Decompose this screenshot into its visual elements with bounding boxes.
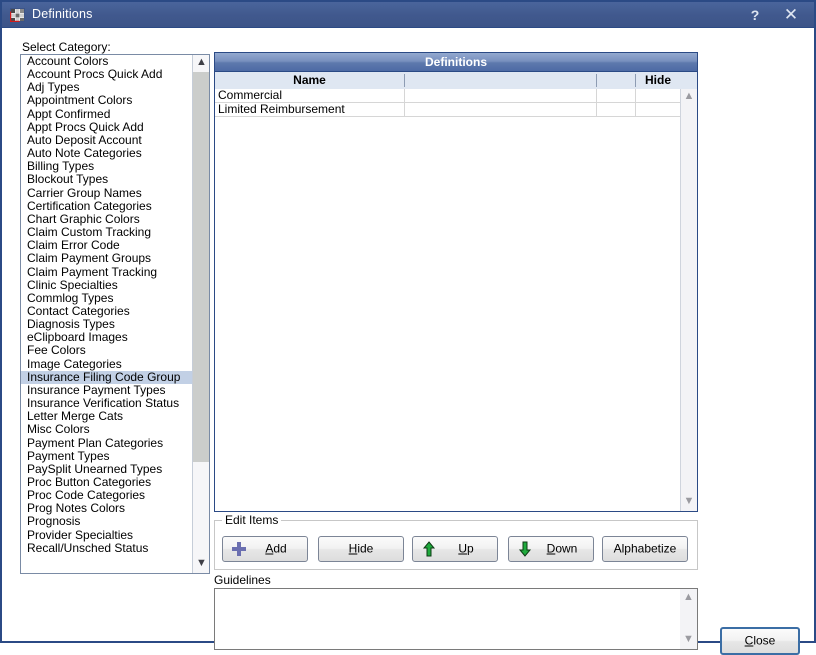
chevron-up-icon[interactable]: ▲ — [193, 55, 209, 72]
grid-title: Definitions — [215, 53, 697, 72]
guidelines-label: Guidelines — [214, 573, 271, 587]
category-list-item[interactable]: Certification Categories — [21, 199, 192, 213]
category-list-item[interactable]: Commlog Types — [21, 291, 192, 305]
column-divider — [635, 74, 636, 87]
grid-scrollbar[interactable]: ▲ ▼ — [680, 89, 697, 511]
category-list-item[interactable]: Image Categories — [21, 357, 192, 371]
category-list-item[interactable]: Claim Payment Tracking — [21, 265, 192, 279]
scrollbar-thumb[interactable] — [193, 72, 209, 462]
category-list-item[interactable]: Claim Payment Groups — [21, 252, 192, 265]
table-cell: Commercial — [218, 89, 283, 102]
grid-column-header[interactable] — [404, 72, 596, 89]
cell-divider — [635, 103, 636, 116]
category-list-item[interactable]: Fee Colors — [21, 344, 192, 357]
add-button[interactable]: Add — [222, 536, 308, 562]
title-bar: Definitions ? ✕ — [2, 2, 814, 28]
category-list-item[interactable]: Clinic Specialties — [21, 278, 192, 292]
category-listbox[interactable]: Account Colors Account Procs Quick Add Adj… — [20, 54, 210, 574]
table-row[interactable]: Limited Reimbursement — [215, 103, 680, 117]
category-list-item[interactable]: Blockout Types — [21, 173, 192, 186]
grid-column-header[interactable] — [596, 72, 635, 89]
chevron-up-icon[interactable]: ▲ — [680, 590, 697, 606]
category-list-item[interactable]: Appt Confirmed — [21, 107, 192, 121]
grid-column-header[interactable]: Name — [215, 72, 404, 89]
category-list-item[interactable]: Appointment Colors — [21, 94, 192, 107]
table-cell: Limited Reimbursement — [218, 102, 345, 116]
alphabetize-button[interactable]: Alphabetize — [602, 536, 688, 562]
client-area: Select Category: Account Colors Account P… — [2, 28, 814, 655]
chevron-down-icon[interactable]: ▼ — [193, 556, 209, 573]
window-title: Definitions — [32, 7, 93, 21]
hide-button[interactable]: Hide — [318, 536, 404, 562]
down-button[interactable]: Down — [508, 536, 594, 562]
category-list-item[interactable]: Appt Procs Quick Add — [21, 120, 192, 134]
table-cell — [635, 89, 680, 102]
chevron-down-icon[interactable]: ▼ — [680, 632, 697, 648]
definitions-grid: Definitions Name Hide Commercial Limited R… — [214, 52, 698, 512]
down-button-label: Down — [546, 541, 578, 556]
cell-divider — [635, 89, 636, 102]
hide-button-label: Hide — [348, 541, 374, 556]
cell-divider — [596, 89, 597, 102]
category-list-item[interactable]: Payment Plan Categories — [21, 436, 192, 450]
grid-rows[interactable]: Commercial Limited Reimbursement — [215, 89, 680, 511]
close-button-label: Close — [744, 633, 776, 648]
help-button[interactable]: ? — [740, 4, 770, 26]
category-list-item[interactable]: Misc Colors — [21, 423, 192, 436]
column-divider — [596, 74, 597, 87]
guidelines-textarea[interactable]: ▲ ▼ — [214, 588, 698, 650]
close-button[interactable]: Close — [720, 627, 800, 655]
edit-items-label: Edit Items — [222, 513, 282, 527]
category-list-items[interactable]: Account Colors Account Procs Quick Add Adj… — [21, 55, 192, 573]
category-scrollbar[interactable]: ▲ ▼ — [192, 55, 209, 573]
grid-table-icon — [9, 8, 25, 23]
category-list-item[interactable]: Provider Specialties — [21, 528, 192, 542]
cell-divider — [404, 89, 405, 102]
chevron-down-icon[interactable]: ▼ — [681, 494, 697, 511]
up-button-label: Up — [458, 541, 474, 556]
select-category-label: Select Category: — [22, 40, 111, 54]
table-cell — [404, 103, 596, 116]
category-list-item[interactable]: Prognosis — [21, 515, 192, 528]
grid-header-row: Name Hide — [215, 72, 697, 90]
column-divider — [404, 74, 405, 87]
close-icon[interactable]: ✕ — [776, 4, 806, 26]
category-list-item[interactable]: Carrier Group Names — [21, 186, 192, 200]
alphabetize-button-label: Alphabetize — [613, 541, 677, 556]
table-cell — [635, 103, 680, 116]
category-list-item[interactable]: Insurance Filing Code Group — [21, 370, 192, 384]
add-button-label: Add — [265, 541, 287, 556]
up-button[interactable]: Up — [412, 536, 498, 562]
chevron-up-icon[interactable]: ▲ — [681, 89, 697, 106]
grid-column-header[interactable]: Hide — [635, 72, 681, 89]
table-cell — [596, 89, 635, 102]
category-list-item[interactable]: Payment Types — [21, 449, 192, 463]
table-row[interactable]: Commercial — [215, 89, 680, 103]
table-cell — [404, 89, 596, 102]
definitions-window: Definitions ? ✕ Select Category: Account… — [0, 0, 816, 655]
cell-divider — [404, 103, 405, 116]
cell-divider — [596, 103, 597, 116]
table-cell — [596, 103, 635, 116]
category-list-item[interactable]: Recall/Unsched Status — [21, 541, 192, 555]
guidelines-scrollbar[interactable]: ▲ ▼ — [680, 589, 697, 649]
